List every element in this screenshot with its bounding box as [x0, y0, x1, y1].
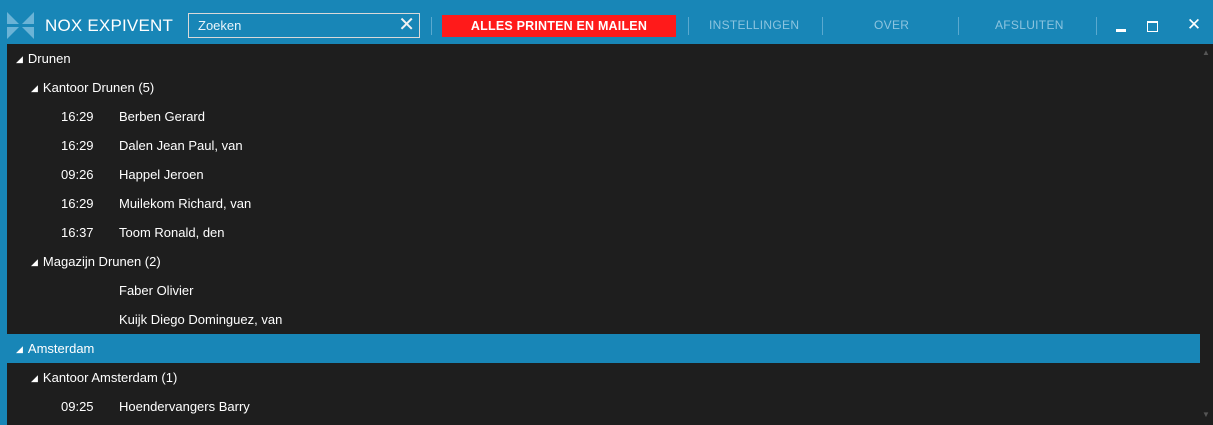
app-window: NOX EXPIVENT Zoeken ✕ ALLES PRINTEN EN M… — [7, 7, 1213, 425]
exit-button[interactable]: AFSLUITEN — [995, 18, 1064, 32]
tree-person-row[interactable]: 16:37 Toom Ronald, den — [7, 218, 1200, 247]
person-name: Hoendervangers Barry — [119, 399, 250, 414]
vertical-scrollbar[interactable]: ▲ ▼ — [1200, 44, 1213, 425]
minimize-icon[interactable] — [1108, 11, 1134, 39]
toolbar-divider — [958, 17, 959, 35]
department-label: Kantoor Amsterdam (1) — [42, 370, 178, 385]
person-name: Toom Ronald, den — [119, 225, 225, 240]
check-in-time: 16:29 — [61, 109, 94, 124]
close-icon[interactable]: ✕ — [1181, 11, 1207, 39]
tree-person-row[interactable]: Kuijk Diego Dominguez, van — [7, 305, 1200, 334]
attendance-tree: ◢ Drunen ◢ Kantoor Drunen (5) 16:29 Berben… — [7, 44, 1200, 425]
group-label: Amsterdam — [27, 341, 95, 356]
tree-person-row[interactable]: 16:29 Dalen Jean Paul, van — [7, 131, 1200, 160]
person-name: Happel Jeroen — [119, 167, 204, 182]
person-name: Muilekom Richard, van — [119, 196, 252, 211]
department-label: Kantoor Drunen (5) — [42, 80, 155, 95]
toolbar-divider — [1096, 17, 1097, 35]
tree-person-row[interactable]: 09:25 Hoendervangers Barry — [7, 392, 1200, 421]
tree-group-amsterdam[interactable]: ◢ Amsterdam — [7, 334, 1200, 363]
clear-search-icon[interactable]: ✕ — [398, 14, 415, 36]
group-label: Drunen — [27, 51, 71, 66]
check-in-time: 09:26 — [61, 167, 94, 182]
settings-button[interactable]: INSTELLINGEN — [709, 18, 799, 32]
tree-person-row[interactable]: 16:29 Muilekom Richard, van — [7, 189, 1200, 218]
tree-department-magazijn-drunen[interactable]: ◢ Magazijn Drunen (2) — [7, 247, 1200, 276]
tree-department-kantoor-amsterdam[interactable]: ◢ Kantoor Amsterdam (1) — [7, 363, 1200, 392]
scroll-down-icon[interactable]: ▼ — [1202, 410, 1210, 419]
tree-group-drunen[interactable]: ◢ Drunen — [7, 44, 1200, 73]
collapse-triangle-icon[interactable]: ◢ — [31, 248, 38, 277]
app-title: NOX EXPIVENT — [45, 16, 174, 35]
print-and-mail-all-button[interactable]: ALLES PRINTEN EN MAILEN — [442, 15, 676, 37]
toolbar-divider — [822, 17, 823, 35]
check-in-time: 16:37 — [61, 225, 94, 240]
search-input[interactable]: Zoeken — [198, 18, 241, 33]
check-in-time: 16:29 — [61, 196, 94, 211]
scroll-up-icon[interactable]: ▲ — [1202, 48, 1210, 57]
title-bar: NOX EXPIVENT Zoeken ✕ ALLES PRINTEN EN M… — [7, 7, 1213, 44]
app-logo-icon — [7, 12, 35, 40]
department-label: Magazijn Drunen (2) — [42, 254, 161, 269]
collapse-triangle-icon[interactable]: ◢ — [31, 364, 38, 393]
person-name: Berben Gerard — [119, 109, 205, 124]
tree-person-row[interactable]: 09:26 Happel Jeroen — [7, 160, 1200, 189]
search-box[interactable]: Zoeken ✕ — [188, 13, 420, 38]
toolbar-divider — [688, 17, 689, 35]
toolbar-divider — [431, 17, 432, 35]
about-button[interactable]: OVER — [874, 18, 909, 32]
check-in-time: 09:25 — [61, 399, 94, 414]
collapse-triangle-icon[interactable]: ◢ — [16, 335, 23, 364]
person-name: Kuijk Diego Dominguez, van — [119, 312, 283, 327]
check-in-time: 16:29 — [61, 138, 94, 153]
person-name: Faber Olivier — [119, 283, 194, 298]
maximize-icon[interactable] — [1139, 11, 1165, 39]
collapse-triangle-icon[interactable]: ◢ — [31, 74, 38, 103]
person-name: Dalen Jean Paul, van — [119, 138, 243, 153]
tree-person-row[interactable]: 16:29 Berben Gerard — [7, 102, 1200, 131]
tree-person-row[interactable]: Faber Olivier — [7, 276, 1200, 305]
tree-department-kantoor-drunen[interactable]: ◢ Kantoor Drunen (5) — [7, 73, 1200, 102]
collapse-triangle-icon[interactable]: ◢ — [16, 45, 23, 74]
